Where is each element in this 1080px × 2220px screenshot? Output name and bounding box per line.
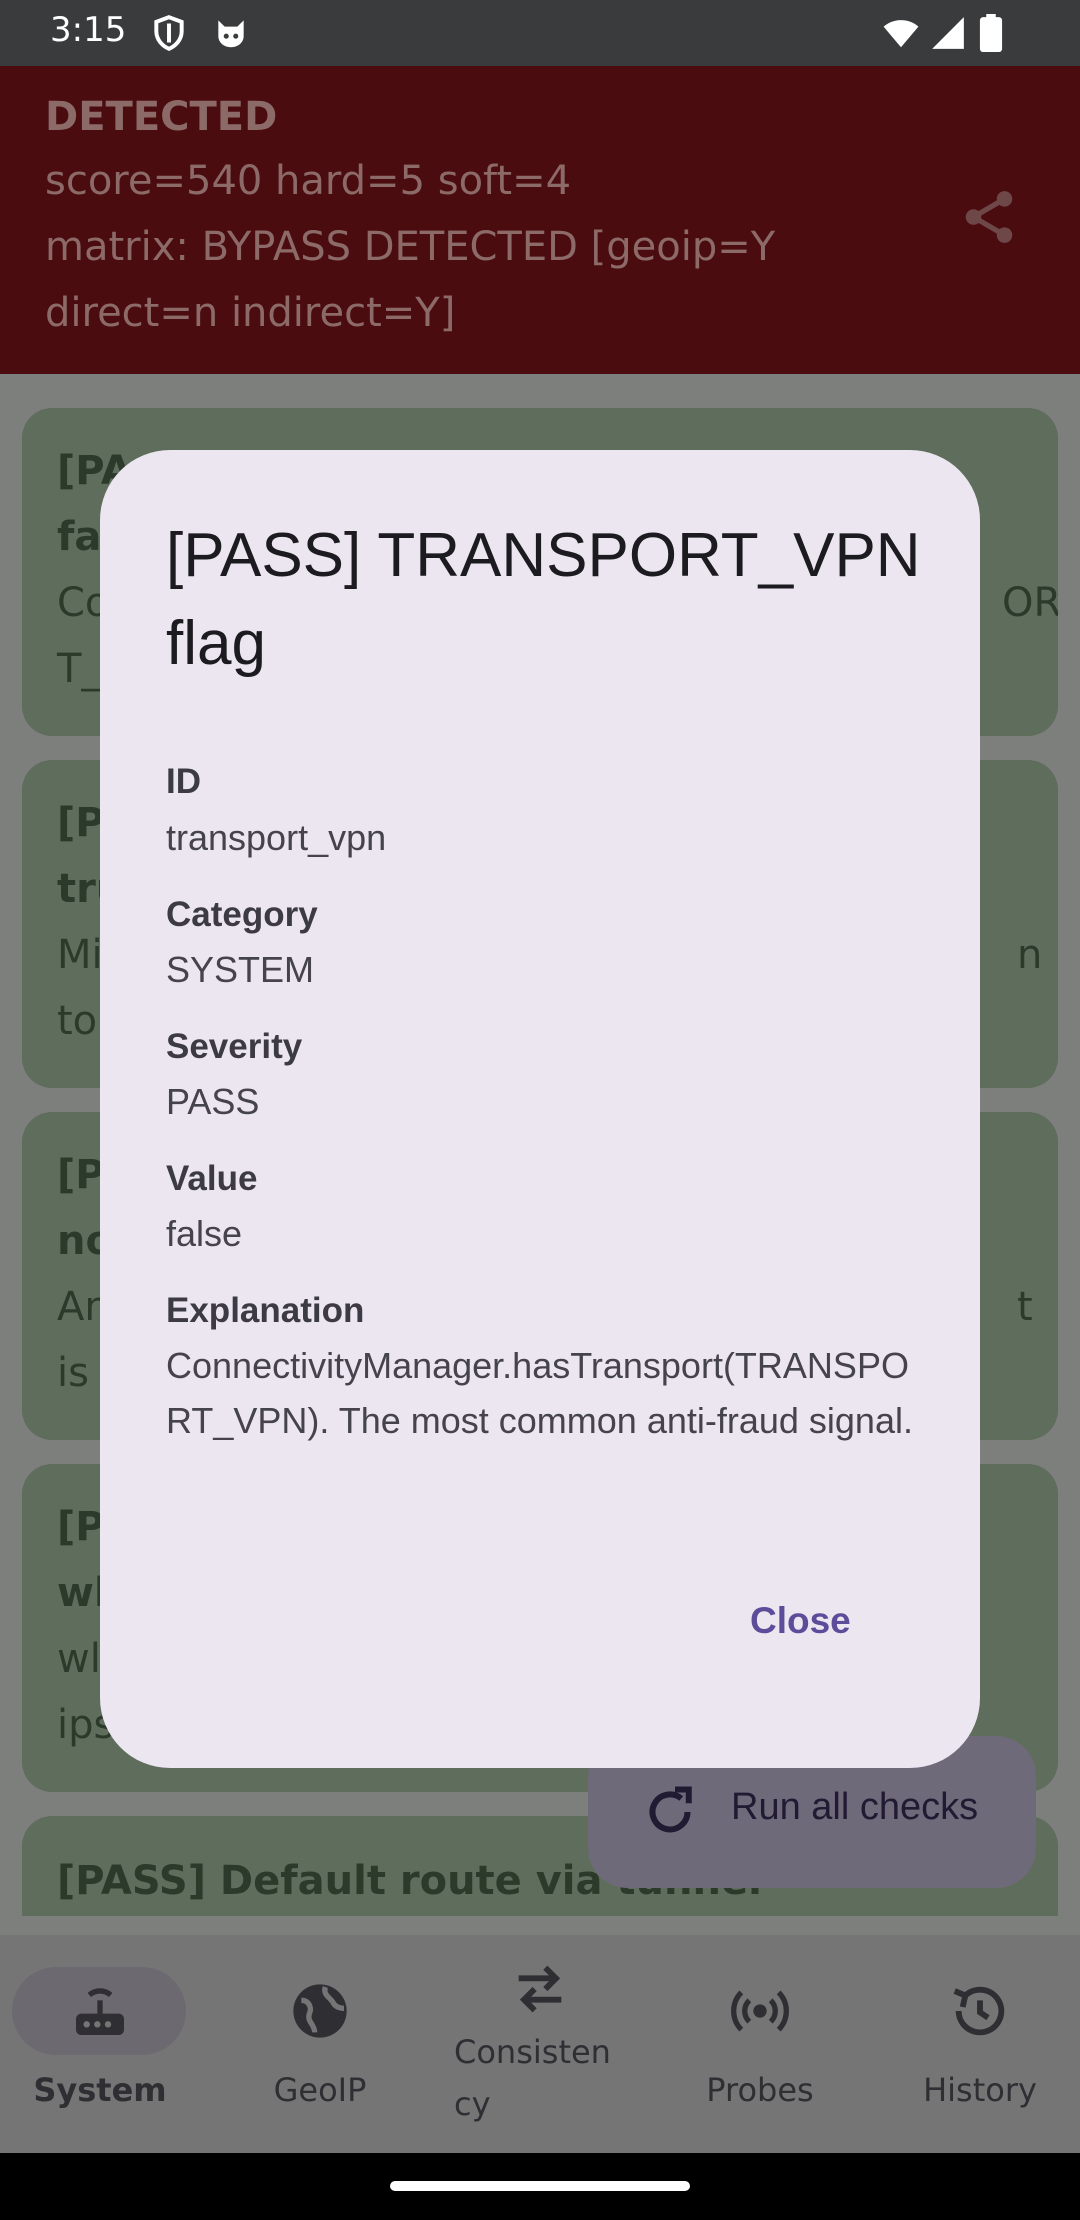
nav-item-history[interactable]: History bbox=[880, 1935, 1080, 2153]
field-value-category: SYSTEM bbox=[166, 949, 315, 990]
card-description-tail: n bbox=[1017, 932, 1043, 978]
status-time: 3:15 bbox=[50, 10, 127, 50]
nav-item-consistency[interactable]: Consisten cy bbox=[440, 1935, 640, 2153]
swap-arrows-icon bbox=[518, 1965, 562, 2013]
card-description-more: T_ bbox=[57, 646, 102, 692]
nav-label-consistency: Consisten bbox=[454, 2033, 611, 2071]
field-label-severity: Severity bbox=[166, 1027, 303, 1066]
check-detail-dialog: [PASS] TRANSPORT_VPN flag ID transport_v… bbox=[100, 450, 980, 1768]
card-subtitle: fa bbox=[57, 514, 102, 560]
matrix-line: matrix: BYPASS DETECTED [geoip=Y bbox=[45, 224, 776, 270]
shield-icon bbox=[154, 15, 184, 51]
close-button[interactable]: Close bbox=[750, 1600, 851, 1642]
dialog-title: [PASS] TRANSPORT_VPN flag bbox=[166, 521, 921, 678]
card-description-more: to bbox=[57, 998, 98, 1044]
card-description-tail: OR bbox=[1002, 580, 1058, 626]
field-label-category: Category bbox=[166, 895, 318, 934]
nav-item-probes[interactable]: Probes bbox=[660, 1935, 860, 2153]
card-description-more: is bbox=[57, 1350, 89, 1396]
refresh-icon bbox=[649, 1786, 692, 1833]
nav-item-system[interactable]: System bbox=[0, 1935, 200, 2153]
field-label-id: ID bbox=[166, 762, 201, 801]
share-icon[interactable] bbox=[958, 186, 1020, 248]
cell-signal-icon bbox=[932, 17, 964, 49]
card-description: wl bbox=[57, 1636, 101, 1682]
nav-label-probes: Probes bbox=[706, 2071, 814, 2109]
field-value-explanation: ConnectivityManager.hasTransport(TRANSPO… bbox=[166, 1345, 913, 1441]
wifi-icon bbox=[883, 20, 919, 48]
gesture-handle[interactable] bbox=[390, 2181, 690, 2191]
card-description-tail: t bbox=[1017, 1284, 1033, 1330]
nav-label-consistency-continued: cy bbox=[454, 2085, 491, 2123]
field-value-id: transport_vpn bbox=[166, 817, 387, 858]
field-value-value: false bbox=[166, 1213, 243, 1254]
matrix-line-continued: direct=n indirect=Y] bbox=[45, 290, 456, 336]
field-label-explanation: Explanation bbox=[166, 1291, 365, 1330]
nav-item-geoip[interactable]: GeoIP bbox=[220, 1935, 420, 2153]
score-line: score=540 hard=5 soft=4 bbox=[45, 158, 572, 204]
status-bar: 3:15 bbox=[0, 0, 1080, 66]
detection-status: DETECTED bbox=[45, 94, 278, 140]
battery-icon bbox=[979, 14, 1003, 52]
cat-face-icon bbox=[218, 20, 244, 48]
router-icon bbox=[76, 1988, 124, 2035]
bottom-navigation: System GeoIP Consisten cy Probes History bbox=[0, 1935, 1080, 2153]
nav-label-system: System bbox=[33, 2071, 167, 2109]
broadcast-icon bbox=[731, 1990, 789, 2032]
detection-header: DETECTED score=540 hard=5 soft=4 matrix:… bbox=[0, 66, 1080, 374]
card-description: Mi bbox=[57, 932, 103, 978]
field-label-value: Value bbox=[166, 1159, 258, 1198]
globe-icon bbox=[293, 1984, 347, 2038]
nav-label-history: History bbox=[923, 2071, 1037, 2109]
history-icon bbox=[953, 1986, 1005, 2036]
field-value-severity: PASS bbox=[166, 1081, 260, 1122]
nav-label-geoip: GeoIP bbox=[273, 2071, 367, 2109]
run-all-checks-label: Run all checks bbox=[731, 1786, 979, 1828]
